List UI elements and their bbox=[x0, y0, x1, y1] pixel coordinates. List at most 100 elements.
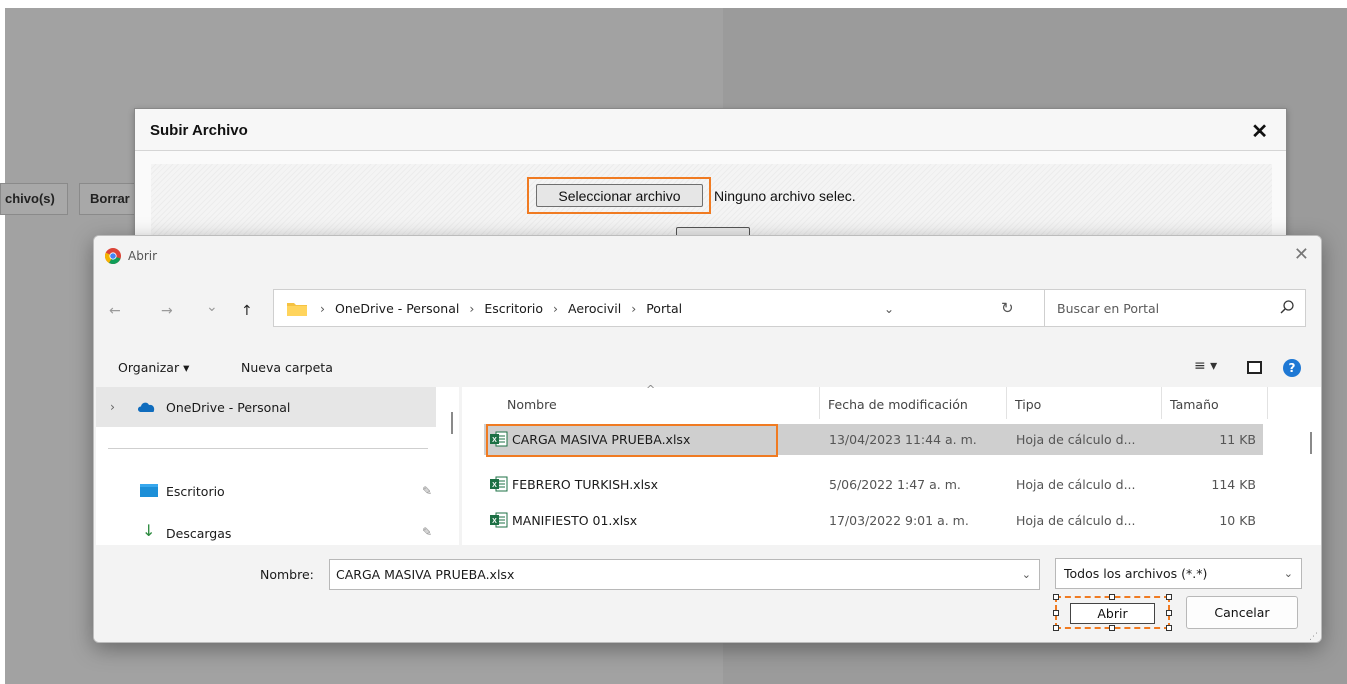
dialog-footer: Nombre: CARGA MASIVA PRUEBA.xlsx ⌄ Todos… bbox=[94, 545, 1321, 642]
nav-item-onedrive[interactable]: › OneDrive - Personal bbox=[96, 387, 436, 427]
file-size: 114 KB bbox=[1211, 477, 1256, 492]
open-button-highlight: Abrir bbox=[1053, 594, 1172, 631]
breadcrumb-separator: › bbox=[320, 301, 325, 316]
resize-grip-icon[interactable]: ⋰ bbox=[1309, 632, 1318, 642]
recent-locations-icon[interactable]: ⌄ bbox=[206, 299, 218, 315]
desktop-icon bbox=[140, 484, 158, 497]
sort-ascending-icon: ^ bbox=[646, 383, 656, 396]
breadcrumb: › OneDrive - Personal › Escritorio › Aer… bbox=[314, 301, 682, 316]
resize-handle bbox=[1053, 610, 1059, 616]
address-bar[interactable]: › OneDrive - Personal › Escritorio › Aer… bbox=[273, 289, 1120, 327]
svg-text:X: X bbox=[492, 518, 497, 525]
search-icon bbox=[1280, 300, 1294, 314]
upload-dialog-title: Subir Archivo bbox=[150, 122, 248, 139]
select-file-highlight: Seleccionar archivo bbox=[527, 177, 711, 214]
file-row[interactable]: X FEBRERO TURKISH.xlsx 5/06/2022 1:47 a.… bbox=[484, 469, 1263, 500]
view-options-icon[interactable]: ≡ ▾ bbox=[1194, 358, 1217, 374]
column-header-date[interactable]: Fecha de modificación bbox=[828, 397, 968, 412]
file-date: 5/06/2022 1:47 a. m. bbox=[829, 477, 961, 492]
chevron-down-icon[interactable]: ⌄ bbox=[1022, 568, 1031, 581]
refresh-icon[interactable]: ↻ bbox=[1001, 299, 1014, 317]
bg-clear-button[interactable]: Borrar bbox=[79, 183, 136, 215]
column-divider bbox=[1006, 387, 1007, 419]
bg-upload-button[interactable]: chivo(s) bbox=[0, 183, 68, 215]
breadcrumb-separator: › bbox=[631, 301, 637, 316]
resize-handle bbox=[1166, 625, 1172, 631]
close-icon[interactable]: ✕ bbox=[1294, 244, 1309, 265]
svg-text:X: X bbox=[492, 482, 497, 489]
organize-button[interactable]: Organizar ▾ bbox=[118, 360, 189, 375]
resize-handle bbox=[1166, 594, 1172, 600]
resize-handle bbox=[1166, 610, 1172, 616]
scrollbar-thumb[interactable] bbox=[451, 412, 453, 434]
filename-label: Nombre: bbox=[260, 567, 314, 582]
file-row[interactable]: X MANIFIESTO 01.xlsx 17/03/2022 9:01 a. … bbox=[484, 505, 1263, 536]
dialog-titlebar: Abrir ✕ bbox=[94, 236, 1321, 276]
download-icon: ↓ bbox=[142, 521, 156, 540]
file-name: MANIFIESTO 01.xlsx bbox=[512, 513, 638, 528]
file-type: Hoja de cálculo d... bbox=[1016, 513, 1136, 528]
file-status-text: Ninguno archivo selec. bbox=[714, 188, 856, 204]
column-divider bbox=[1161, 387, 1162, 419]
file-type: Hoja de cálculo d... bbox=[1016, 432, 1136, 447]
expand-chevron-icon[interactable]: › bbox=[110, 399, 115, 414]
chevron-down-icon[interactable]: ⌄ bbox=[1284, 567, 1293, 580]
help-icon[interactable]: ? bbox=[1283, 359, 1301, 377]
forward-arrow-icon[interactable]: → bbox=[161, 303, 173, 319]
excel-file-icon: X bbox=[490, 476, 508, 492]
select-file-button[interactable]: Seleccionar archivo bbox=[536, 184, 703, 207]
cloud-icon bbox=[138, 402, 155, 412]
breadcrumb-separator: › bbox=[469, 301, 475, 316]
breadcrumb-aerocivil[interactable]: Aerocivil bbox=[568, 301, 621, 316]
column-divider bbox=[819, 387, 820, 419]
column-header-type[interactable]: Tipo bbox=[1015, 397, 1041, 412]
resize-handle bbox=[1053, 625, 1059, 631]
file-type: Hoja de cálculo d... bbox=[1016, 477, 1136, 492]
file-size: 11 KB bbox=[1219, 432, 1256, 447]
resize-handle bbox=[1109, 625, 1115, 631]
command-bar: Organizar ▾ Nueva carpeta ≡ ▾ ? bbox=[94, 349, 1321, 387]
breadcrumb-escritorio[interactable]: Escritorio bbox=[484, 301, 543, 316]
open-button[interactable]: Abrir bbox=[1070, 603, 1155, 624]
file-list: ^ Nombre Fecha de modificación Tipo Tama… bbox=[462, 383, 1321, 545]
open-file-dialog: Abrir ✕ ← → ⌄ ↑ › OneDrive - Personal › … bbox=[93, 235, 1322, 643]
nav-item-descargas[interactable]: ↓ Descargas ✎ bbox=[96, 515, 436, 545]
nav-label: OneDrive - Personal bbox=[166, 400, 291, 415]
dialog-title: Abrir bbox=[128, 249, 158, 263]
preview-pane-icon[interactable] bbox=[1247, 361, 1262, 374]
navigation-pane: › OneDrive - Personal Escritorio ✎ ↓ Des… bbox=[96, 387, 459, 545]
nav-label: Escritorio bbox=[166, 484, 225, 499]
resize-handle bbox=[1109, 594, 1115, 600]
search-input[interactable]: Buscar en Portal bbox=[1044, 289, 1306, 327]
breadcrumb-onedrive[interactable]: OneDrive - Personal bbox=[335, 301, 459, 316]
resize-handle bbox=[1053, 594, 1059, 600]
nav-label: Descargas bbox=[166, 526, 232, 541]
file-date: 17/03/2022 9:01 a. m. bbox=[829, 513, 969, 528]
file-name: FEBRERO TURKISH.xlsx bbox=[512, 477, 658, 492]
upload-dialog-header: Subir Archivo ✕ bbox=[135, 109, 1286, 151]
file-size: 10 KB bbox=[1219, 513, 1256, 528]
breadcrumb-portal[interactable]: Portal bbox=[646, 301, 682, 316]
cancel-button[interactable]: Cancelar bbox=[1186, 596, 1298, 629]
pin-icon: ✎ bbox=[422, 484, 433, 498]
address-dropdown-icon[interactable]: ⌄ bbox=[884, 302, 894, 316]
pin-icon: ✎ bbox=[422, 525, 433, 539]
scrollbar-thumb[interactable] bbox=[1310, 432, 1312, 454]
folder-icon bbox=[287, 303, 307, 316]
column-divider bbox=[1267, 387, 1268, 419]
filename-input[interactable]: CARGA MASIVA PRUEBA.xlsx ⌄ bbox=[329, 559, 1040, 590]
column-header-size[interactable]: Tamaño bbox=[1170, 397, 1219, 412]
column-header-name[interactable]: Nombre bbox=[507, 397, 557, 412]
up-arrow-icon[interactable]: ↑ bbox=[241, 303, 253, 319]
breadcrumb-separator: › bbox=[553, 301, 559, 316]
file-date: 13/04/2023 11:44 a. m. bbox=[829, 432, 977, 447]
new-folder-button[interactable]: Nueva carpeta bbox=[241, 360, 333, 375]
divider bbox=[108, 448, 428, 449]
filetype-select[interactable]: Todos los archivos (*.*) ⌄ bbox=[1055, 558, 1302, 589]
nav-item-escritorio[interactable]: Escritorio ✎ bbox=[96, 475, 436, 505]
file-highlight bbox=[486, 424, 778, 457]
chrome-icon bbox=[105, 248, 121, 264]
back-arrow-icon[interactable]: ← bbox=[109, 303, 121, 319]
close-icon[interactable]: ✕ bbox=[1251, 119, 1268, 144]
filename-value: CARGA MASIVA PRUEBA.xlsx bbox=[336, 567, 515, 582]
